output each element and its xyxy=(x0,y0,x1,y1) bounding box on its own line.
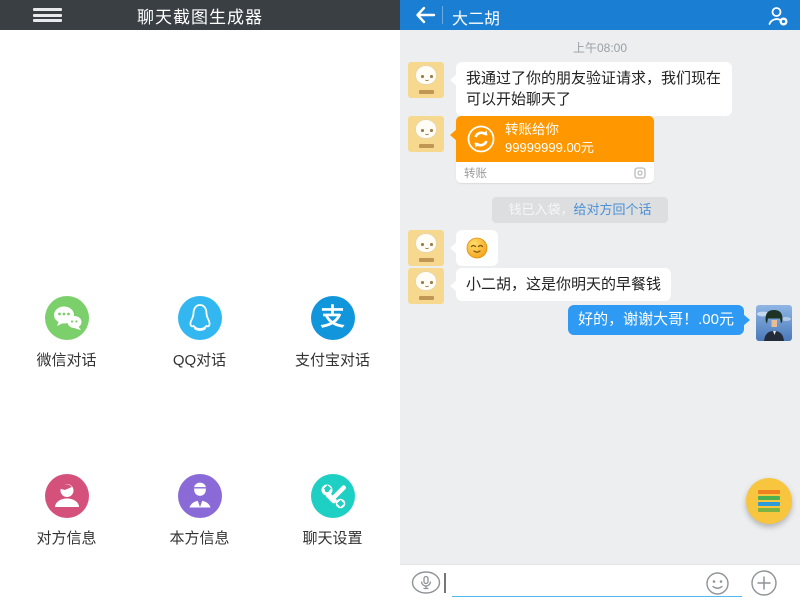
sender-avatar[interactable] xyxy=(408,116,444,152)
transfer-card-footer: 转账 xyxy=(456,162,654,183)
emoji-picker-icon[interactable] xyxy=(705,571,730,596)
transfer-footer-label: 转账 xyxy=(464,165,487,181)
reply-link-text: 给对方回个话 xyxy=(574,202,652,217)
sender-avatar[interactable] xyxy=(408,230,444,266)
self-avatar[interactable] xyxy=(756,305,792,341)
transfer-card[interactable]: 转账给你 99999999.00元 转账 xyxy=(456,116,654,183)
message-row: 转账给你 99999999.00元 转账 xyxy=(408,116,654,183)
transfer-received-text: 钱已入袋， xyxy=(508,202,573,217)
contact-profile-icon[interactable] xyxy=(766,4,790,28)
menu-label: 本方信息 xyxy=(169,527,229,548)
emoji-message-bubble[interactable] xyxy=(456,230,498,266)
generator-header: 聊天截图生成器 xyxy=(0,0,400,30)
message-row-self: 好的，谢谢大哥！.00元 xyxy=(568,305,792,341)
sender-avatar[interactable] xyxy=(408,268,444,304)
transfer-title: 转账给你 xyxy=(505,122,594,138)
menu-label: 微信对话 xyxy=(36,349,96,370)
menu-item-chat-settings[interactable]: 聊天设置 xyxy=(266,474,399,548)
generator-pane: 聊天截图生成器 微信对话 xyxy=(0,0,400,600)
voice-input-icon[interactable] xyxy=(411,571,441,594)
sender-avatar[interactable] xyxy=(408,62,444,98)
chat-header: 大二胡 xyxy=(400,0,800,30)
menu-label: QQ对话 xyxy=(173,349,226,370)
app-screen: 聊天截图生成器 微信对话 xyxy=(0,0,800,600)
add-attachment-icon[interactable] xyxy=(750,569,778,597)
transfer-icon xyxy=(466,124,496,154)
compose-fab[interactable] xyxy=(746,478,792,524)
transfer-card-top: 转账给你 99999999.00元 xyxy=(456,116,654,162)
wechat-icon xyxy=(45,296,89,340)
message-bubble[interactable]: 我通过了你的朋友验证请求，我们现在可以开始聊天了 xyxy=(456,62,732,116)
chat-timestamp: 上午08:00 xyxy=(400,39,800,56)
menu-label: 支付宝对话 xyxy=(295,349,370,370)
menu-item-wechat-chat[interactable]: 微信对话 xyxy=(0,296,133,370)
qq-icon xyxy=(178,296,222,340)
other-person-icon xyxy=(45,474,89,518)
menu-label: 聊天设置 xyxy=(302,527,362,548)
chat-settings-icon xyxy=(311,474,355,518)
menu-label: 对方信息 xyxy=(36,527,96,548)
hamburger-menu-icon[interactable] xyxy=(33,8,62,22)
wallet-icon xyxy=(634,167,646,179)
text-cursor xyxy=(444,573,446,593)
back-arrow-icon[interactable] xyxy=(412,3,438,27)
message-row: 我通过了你的朋友验证请求，我们现在可以开始聊天了 xyxy=(408,62,732,116)
chat-pane: 大二胡 上午08:00 我通过了你的朋友验证请求，我们现在可以开始聊天了 xyxy=(400,0,800,600)
menu-item-other-info[interactable]: 对方信息 xyxy=(0,474,133,548)
transfer-reply-button[interactable]: 钱已入袋，给对方回个话 xyxy=(492,197,668,223)
smiling-emoji xyxy=(466,237,488,259)
menu-item-self-info[interactable]: 本方信息 xyxy=(133,474,266,548)
header-divider xyxy=(442,6,443,24)
menu-row-chats: 微信对话 QQ对话 支 支付宝对话 xyxy=(0,296,400,370)
message-row xyxy=(408,230,498,266)
self-person-icon xyxy=(178,474,222,518)
menu-item-qq-chat[interactable]: QQ对话 xyxy=(133,296,266,370)
transfer-amount: 99999999.00元 xyxy=(505,140,594,156)
chat-input-bar xyxy=(400,564,800,600)
message-input[interactable] xyxy=(452,569,742,597)
menu-row-settings: 对方信息 本方信息 xyxy=(0,474,400,548)
alipay-glyph: 支 xyxy=(321,306,345,330)
alipay-icon: 支 xyxy=(311,296,355,340)
message-row: 小二胡，这是你明天的早餐钱 xyxy=(408,268,671,304)
message-bubble[interactable]: 小二胡，这是你明天的早餐钱 xyxy=(456,268,671,301)
menu-item-alipay-chat[interactable]: 支 支付宝对话 xyxy=(266,296,399,370)
chat-title: 大二胡 xyxy=(452,5,500,29)
self-message-bubble[interactable]: 好的，谢谢大哥！.00元 xyxy=(568,305,744,335)
